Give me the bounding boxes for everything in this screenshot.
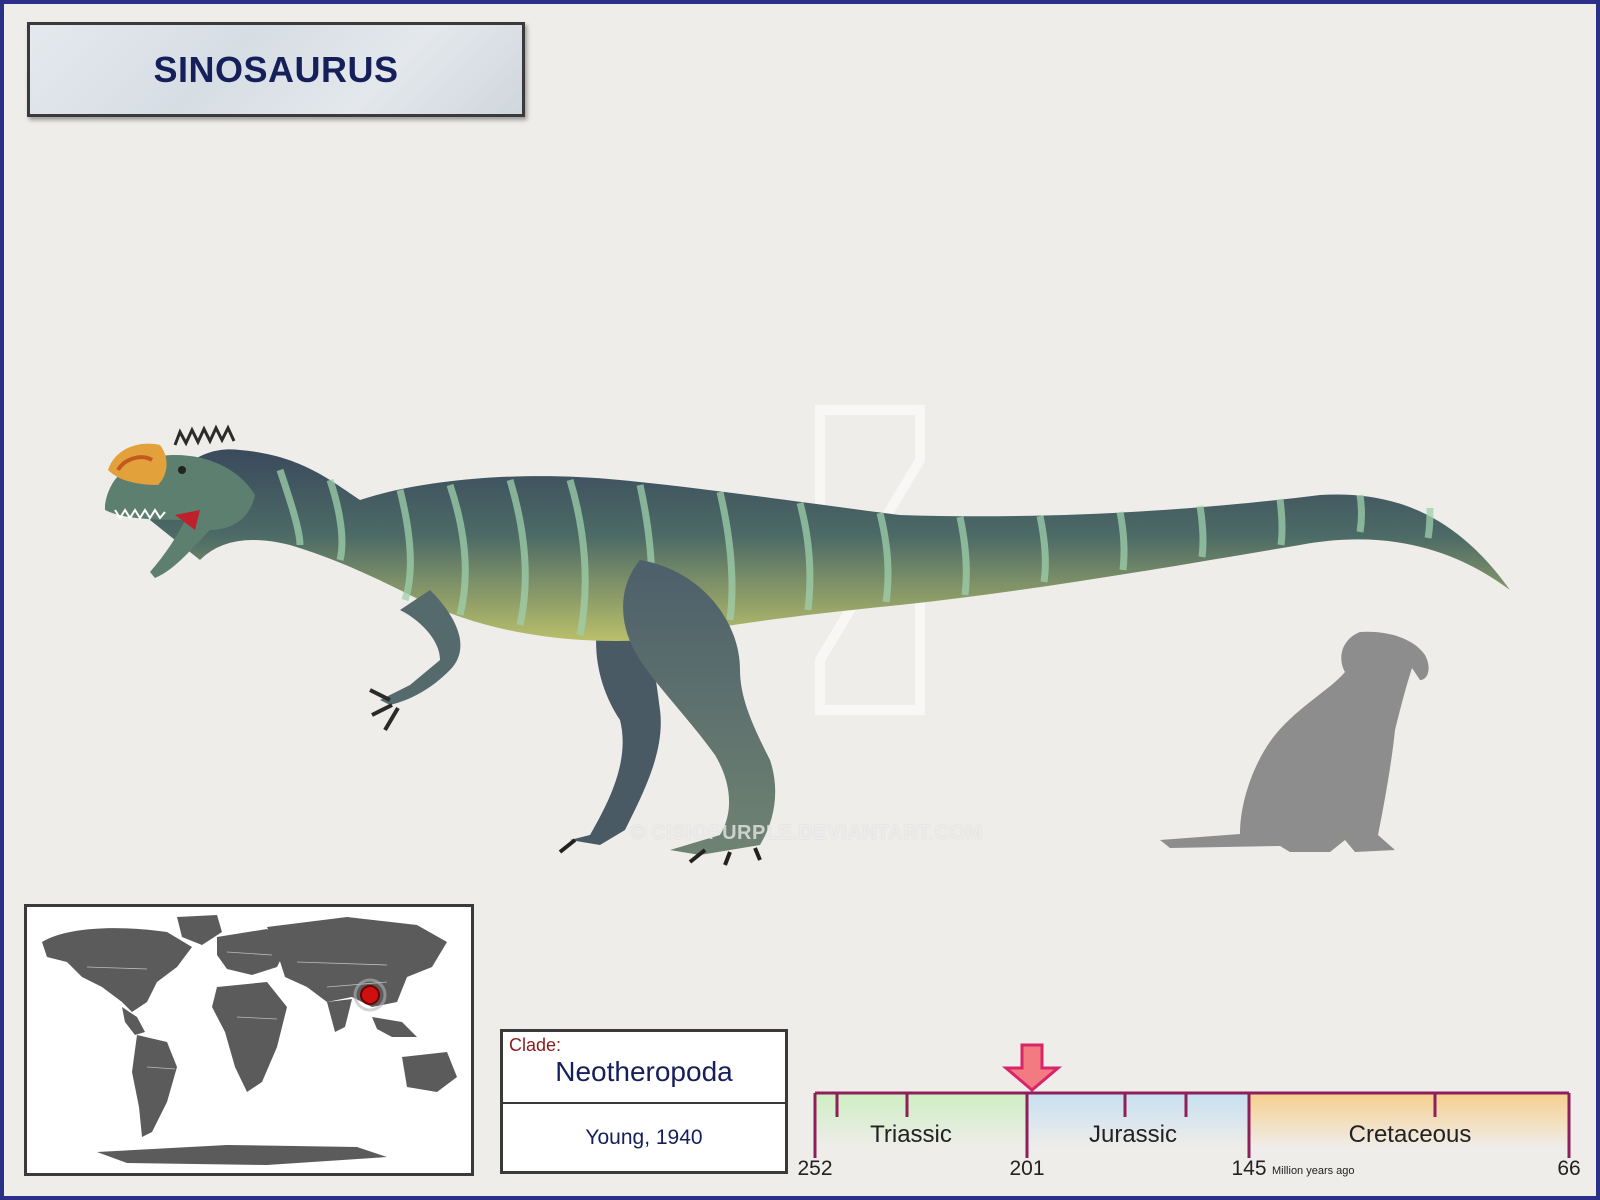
tick-145: 145 bbox=[1231, 1157, 1266, 1180]
clade-header: Clade: Neotheropoda bbox=[503, 1032, 785, 1104]
clade-label: Clade: bbox=[509, 1035, 562, 1055]
clade-author: Young, 1940 bbox=[585, 1126, 703, 1149]
period-jurassic: Jurassic bbox=[1089, 1121, 1177, 1148]
tick-66: 66 bbox=[1557, 1157, 1580, 1180]
watermark-text: © CISIOPURPLE.DEVIANTART.COM bbox=[630, 822, 983, 844]
period-cretaceous: Cretaceous bbox=[1349, 1121, 1472, 1148]
geologic-timeline: Triassic Jurassic Cretaceous 252 201 145… bbox=[797, 1043, 1581, 1180]
locality-pin-icon bbox=[360, 985, 380, 1005]
dog-silhouette-icon bbox=[1160, 631, 1429, 852]
down-arrow-icon bbox=[1001, 1043, 1063, 1092]
period-triassic: Triassic bbox=[870, 1121, 952, 1148]
clade-value: Neotheropoda bbox=[555, 1056, 733, 1087]
tick-252: 252 bbox=[797, 1157, 832, 1180]
world-map-icon bbox=[42, 915, 457, 1165]
clade-panel: Clade: Neotheropoda Young, 1940 bbox=[500, 1029, 788, 1174]
world-map-box bbox=[24, 904, 474, 1176]
tick-201: 201 bbox=[1009, 1157, 1044, 1180]
timeline-unit: Million years ago bbox=[1272, 1165, 1355, 1177]
